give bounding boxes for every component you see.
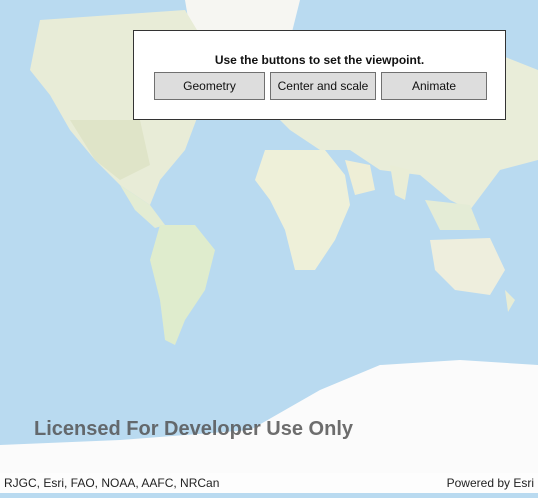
powered-by-text: Powered by Esri [446, 476, 534, 490]
animate-button[interactable]: Animate [381, 72, 487, 100]
attribution-bar: RJGC, Esri, FAO, NOAA, AAFC, NRCan Power… [0, 473, 538, 493]
attribution-text[interactable]: RJGC, Esri, FAO, NOAA, AAFC, NRCan [4, 476, 219, 490]
viewpoint-panel: Use the buttons to set the viewpoint. Ge… [133, 30, 506, 120]
geometry-button[interactable]: Geometry [154, 72, 265, 100]
license-watermark: Licensed For Developer Use Only [34, 418, 353, 440]
panel-instruction: Use the buttons to set the viewpoint. [214, 53, 425, 67]
center-and-scale-button[interactable]: Center and scale [270, 72, 376, 100]
